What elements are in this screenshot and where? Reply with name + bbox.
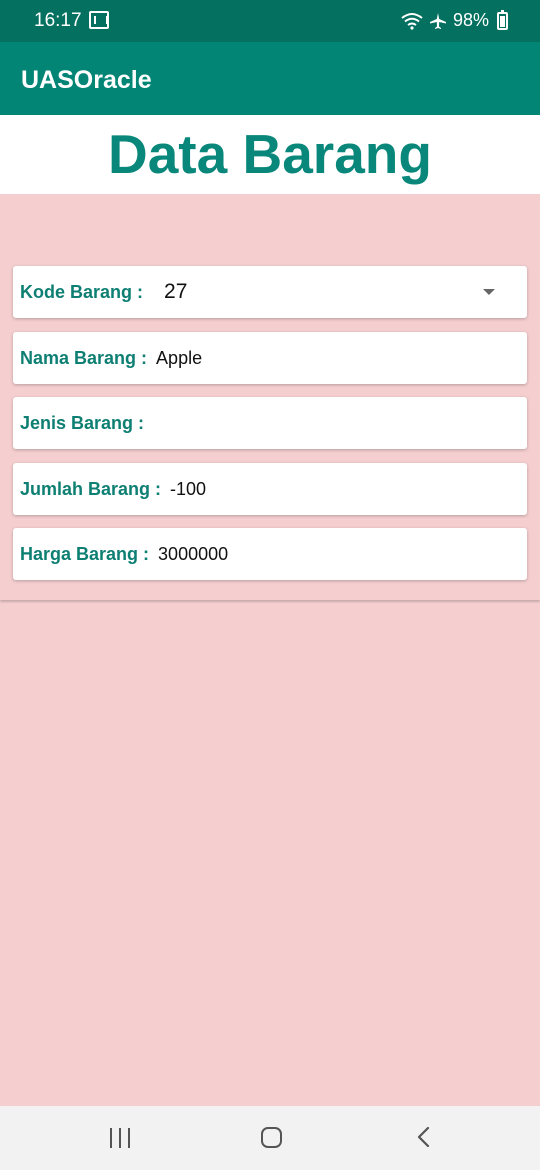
status-bar: 16:17 98% bbox=[0, 0, 540, 42]
status-icons: 98% bbox=[401, 9, 508, 31]
nama-barang-value[interactable]: Apple bbox=[156, 348, 202, 369]
wifi-icon bbox=[401, 12, 423, 30]
nama-barang-label: Nama Barang : bbox=[20, 347, 148, 368]
harga-barang-label: Harga Barang : bbox=[20, 543, 150, 564]
jenis-barang-field[interactable]: Jenis Barang : bbox=[13, 397, 527, 449]
kode-barang-dropdown[interactable]: Kode Barang : 27 bbox=[13, 266, 527, 318]
home-icon[interactable] bbox=[261, 1127, 282, 1148]
app-bar: UASOracle bbox=[0, 42, 540, 115]
back-icon[interactable] bbox=[414, 1126, 434, 1148]
navigation-bar bbox=[0, 1106, 540, 1170]
nama-barang-field[interactable]: Nama Barang : Apple bbox=[13, 332, 527, 384]
page-title: Data Barang bbox=[108, 123, 432, 185]
harga-barang-field[interactable]: Harga Barang : 3000000 bbox=[13, 528, 527, 580]
battery-percent: 98% bbox=[452, 10, 489, 30]
gmail-icon bbox=[89, 11, 109, 29]
status-time: 16:17 bbox=[34, 10, 82, 31]
header-band: Data Barang bbox=[0, 115, 540, 194]
harga-barang-value[interactable]: 3000000 bbox=[158, 544, 228, 565]
jumlah-barang-label: Jumlah Barang : bbox=[20, 478, 162, 499]
kode-barang-value[interactable]: 27 bbox=[164, 280, 187, 304]
battery-charging-icon bbox=[497, 9, 508, 30]
kode-barang-label: Kode Barang : bbox=[20, 281, 144, 302]
jumlah-barang-field[interactable]: Jumlah Barang : -100 bbox=[13, 463, 527, 515]
jenis-barang-label: Jenis Barang : bbox=[20, 412, 145, 433]
app-title: UASOracle bbox=[21, 66, 152, 94]
airplane-mode-icon bbox=[429, 12, 446, 29]
dropdown-arrow-icon[interactable] bbox=[483, 289, 495, 295]
recents-icon[interactable] bbox=[110, 1128, 130, 1148]
jumlah-barang-value[interactable]: -100 bbox=[170, 479, 206, 500]
